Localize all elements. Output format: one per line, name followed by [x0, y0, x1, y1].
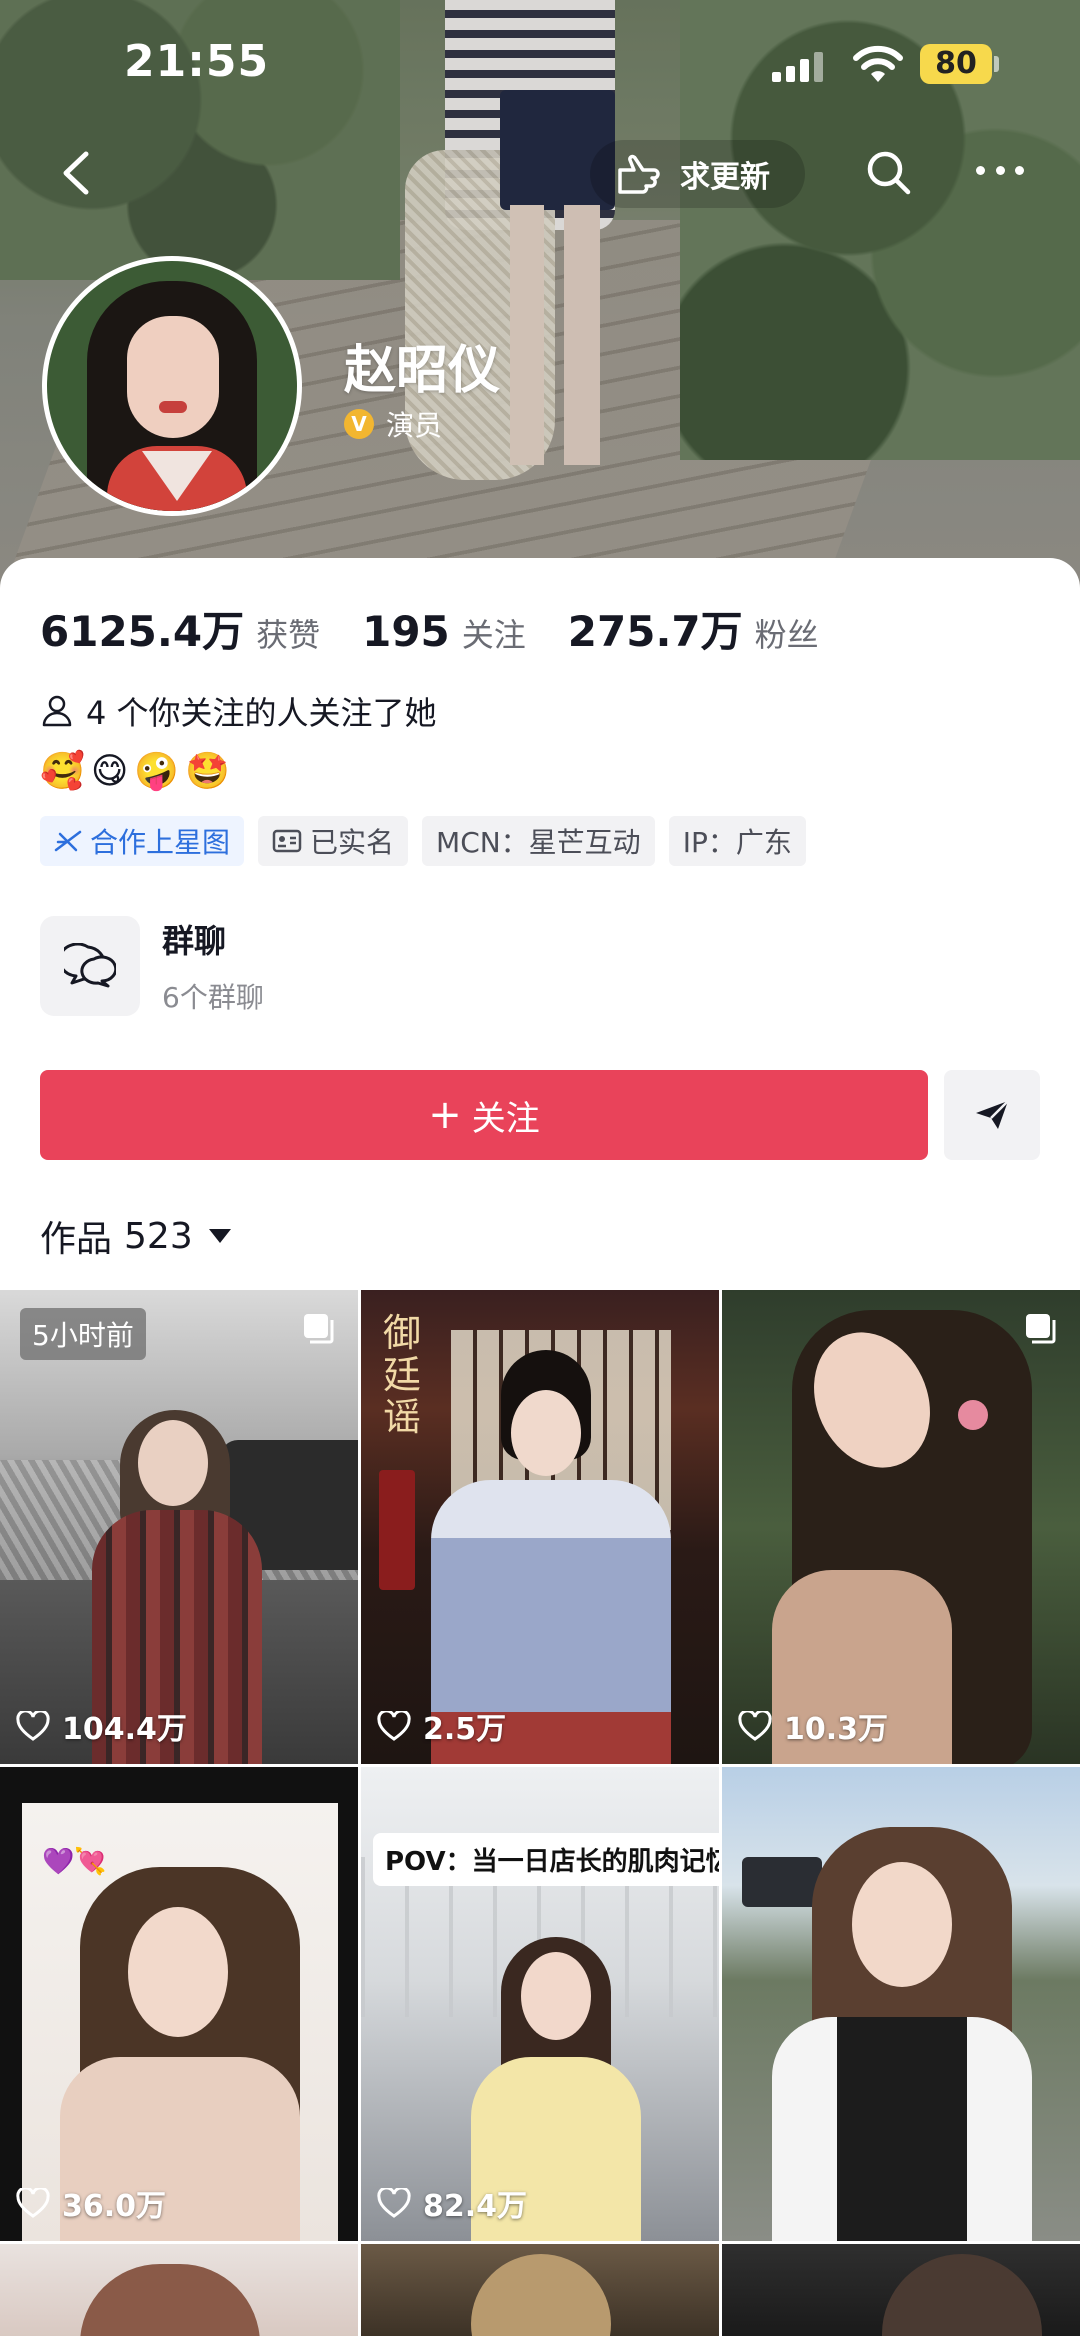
tag-label: 已实名	[310, 826, 395, 859]
work-tile[interactable]	[0, 2244, 358, 2336]
heart-icon	[738, 1711, 772, 1741]
stat-number: 195	[362, 607, 450, 656]
battery-indicator: 80	[920, 44, 992, 84]
share-arrow-icon	[976, 1100, 1009, 1129]
stat-number: 275.7万	[567, 607, 743, 656]
heart-icon	[16, 1711, 50, 1741]
tag-label: IP：广东	[682, 826, 792, 859]
works-label: 作品	[40, 1219, 113, 1260]
caret-down-icon	[208, 1229, 231, 1243]
work-tile[interactable]	[361, 2244, 719, 2336]
plus-icon: +	[428, 1092, 462, 1138]
tag-label: MCN：星芒互动	[436, 826, 641, 859]
stat-label: 关注	[461, 616, 526, 654]
back-icon[interactable]	[56, 148, 96, 198]
verified-role: 演员	[386, 409, 443, 442]
stat-followers[interactable]: 275.7万 粉丝	[568, 598, 819, 659]
tag-verified-name[interactable]: 已实名	[258, 816, 409, 866]
works-grid: 5小时前 104.4万 御廷谣 2.5万 10.3万 💜💘 36.0万 POV：…	[0, 1290, 1080, 2336]
profile-name: 赵昭仪	[344, 341, 501, 401]
request-update-button[interactable]: 求更新	[590, 140, 805, 208]
profile-page: 21:55 80 求更新 赵昭仪 V 演员 6125.4万 获赞 195 关注 …	[0, 0, 1080, 2336]
status-time: 21:55	[124, 36, 270, 87]
work-tile[interactable]: 5小时前 104.4万	[0, 1290, 358, 1764]
multi-image-icon	[1026, 1314, 1056, 1344]
heart-icon	[377, 2188, 411, 2218]
work-tile[interactable]	[722, 1767, 1080, 2241]
profile-tags: 合作上星图 已实名 MCN：星芒互动 IP：广东	[40, 816, 820, 866]
stat-likes[interactable]: 6125.4万 获赞	[40, 598, 320, 659]
like-count: 2.5万	[377, 1704, 506, 1748]
chat-bubbles-icon	[40, 916, 140, 1016]
profile-stats: 6125.4万 获赞 195 关注 275.7万 粉丝	[40, 598, 861, 659]
more-icon[interactable]	[976, 160, 1024, 180]
group-chat-entry[interactable]: 群聊 6个群聊	[40, 916, 264, 1016]
profile-card: 6125.4万 获赞 195 关注 275.7万 粉丝 4 个你关注的人关注了她…	[0, 558, 1080, 1288]
heart-icon	[377, 1711, 411, 1741]
status-bar: 21:55 80	[0, 0, 1080, 120]
work-tile[interactable]: 御廷谣 2.5万	[361, 1290, 719, 1764]
search-icon[interactable]	[864, 148, 914, 198]
like-count-text: 36.0万	[62, 2189, 167, 2224]
id-card-icon	[272, 829, 302, 853]
avatar[interactable]	[42, 256, 302, 516]
tag-star-map[interactable]: 合作上星图	[40, 816, 245, 866]
like-count: 36.0万	[16, 2181, 166, 2225]
video-caption: POV：当一日店长的肌肉记忆	[373, 1833, 719, 1886]
works-count: 523	[124, 1215, 193, 1257]
like-count-text: 104.4万	[62, 1712, 187, 1747]
bio-emojis: 🥰😋🤪🤩	[40, 751, 237, 792]
follow-button[interactable]: + 关注	[40, 1070, 928, 1160]
person-icon	[42, 695, 72, 727]
tag-ip: IP：广东	[668, 816, 806, 866]
multi-image-icon	[304, 1314, 334, 1344]
mutual-follow[interactable]: 4 个你关注的人关注了她	[42, 688, 437, 734]
like-count-text: 82.4万	[423, 2189, 528, 2224]
works-tab[interactable]: 作品 523	[40, 1210, 231, 1262]
verified-icon: V	[344, 409, 374, 439]
group-title: 群聊	[162, 922, 227, 960]
like-count-text: 2.5万	[423, 1712, 507, 1747]
request-update-label: 求更新	[680, 160, 770, 195]
tag-mcn[interactable]: MCN：星芒互动	[422, 816, 655, 866]
hand-point-icon	[618, 154, 660, 194]
stat-following[interactable]: 195 关注	[362, 607, 526, 656]
mutual-follow-text: 4 个你关注的人关注了她	[86, 694, 437, 732]
stat-label: 获赞	[256, 616, 321, 654]
signal-icon	[772, 52, 826, 82]
work-tile[interactable]	[722, 2244, 1080, 2336]
verified-badge: V 演员	[344, 404, 442, 444]
stat-number: 6125.4万	[40, 607, 245, 656]
heart-icon	[16, 2188, 50, 2218]
group-subtitle: 6个群聊	[162, 981, 264, 1014]
share-button[interactable]	[944, 1070, 1040, 1160]
work-tile[interactable]: 10.3万	[722, 1290, 1080, 1764]
wifi-icon	[853, 45, 903, 82]
star-map-icon	[54, 830, 82, 852]
follow-label: 关注	[471, 1098, 540, 1139]
video-title: 御廷谣	[383, 1311, 422, 1439]
stat-label: 粉丝	[754, 616, 819, 654]
like-count-text: 10.3万	[784, 1712, 889, 1747]
like-count: 104.4万	[16, 1704, 187, 1748]
like-count: 10.3万	[738, 1704, 888, 1748]
work-tile[interactable]: POV：当一日店长的肌肉记忆 82.4万	[361, 1767, 719, 2241]
tag-label: 合作上星图	[90, 826, 231, 859]
work-tile[interactable]: 💜💘 36.0万	[0, 1767, 358, 2241]
like-count: 82.4万	[377, 2181, 527, 2225]
time-badge: 5小时前	[20, 1308, 146, 1360]
